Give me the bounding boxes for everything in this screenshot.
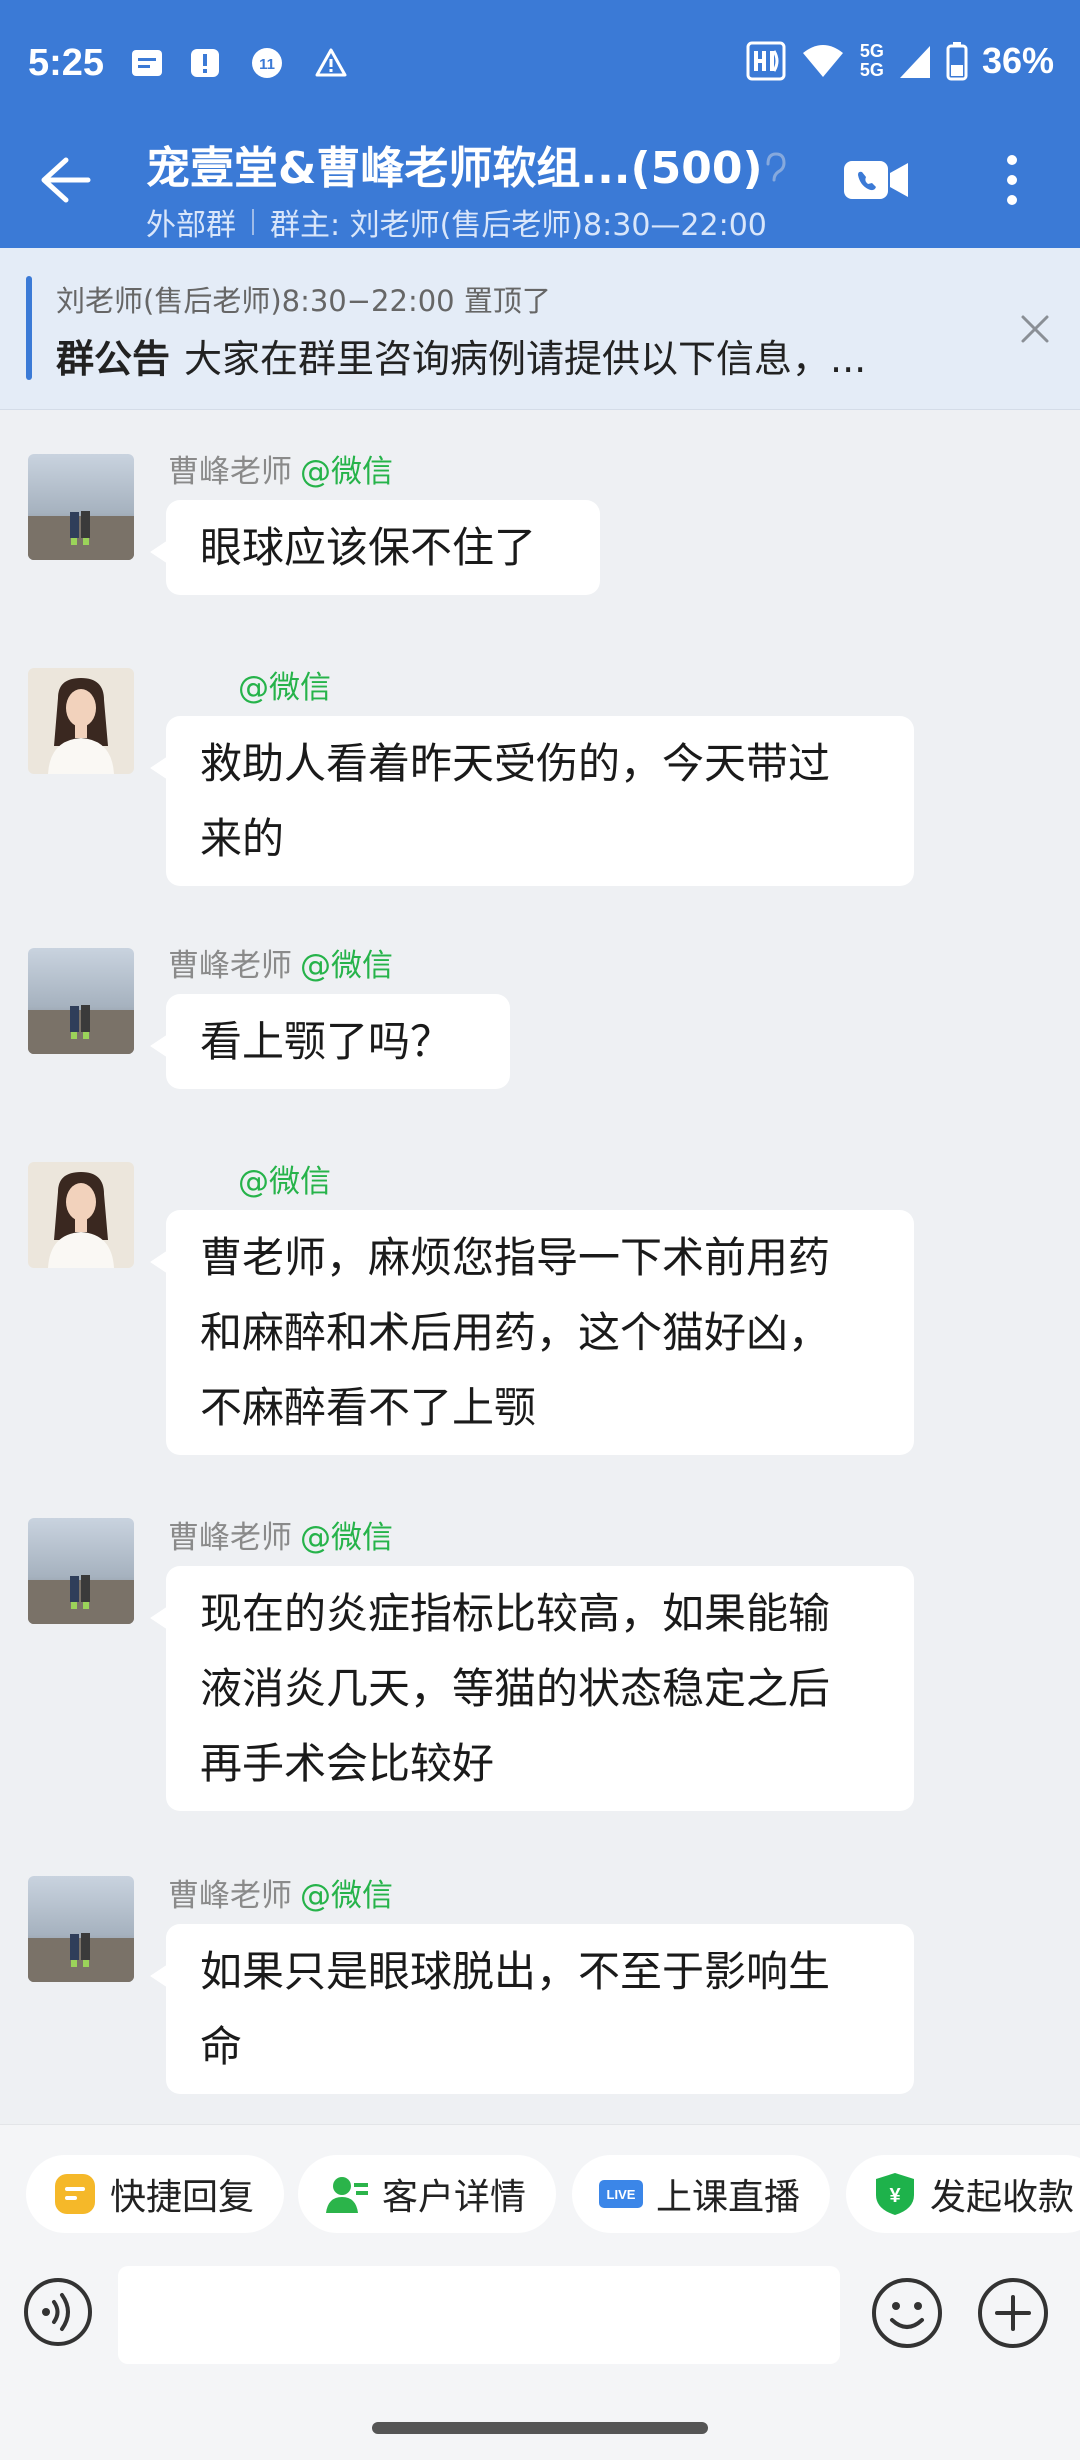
back-arrow-icon[interactable] (36, 152, 92, 208)
quick-reply-label: 快捷回复 (110, 2177, 255, 2218)
message-text-line: 如果只是眼球脱出，不至于影响生 (200, 1947, 831, 1996)
sender-name: 曹峰老师 (168, 1520, 292, 1556)
avatar[interactable] (28, 948, 134, 1054)
home-indicator[interactable] (372, 2422, 708, 2434)
avatar[interactable] (28, 1518, 134, 1624)
message-text-line: 看上颚了吗？ (200, 1017, 453, 1066)
status-time: 5:25 (28, 42, 105, 84)
warning-icon (315, 48, 347, 77)
group-announcement[interactable]: 刘老师(售后老师)8:30−22:00 置顶了 群公告 大家在群里咨询病例请提供以… (0, 248, 1080, 410)
live-class-button[interactable]: LIVE 上课直播 (572, 2155, 831, 2233)
message-bubble[interactable]: 曹老师，麻烦您指导一下术前用药 和麻醉和术后用药，这个猫好凶， 不麻醉看不了上颚 (150, 1210, 914, 1455)
sender-name: 曹峰老师 (168, 1878, 292, 1914)
close-icon[interactable] (1018, 312, 1052, 346)
sender-source: @微信 (300, 454, 393, 490)
wifi-icon (802, 45, 843, 77)
alert-notification-icon (191, 49, 219, 77)
subtitle-divider (252, 209, 254, 235)
status-right: 5G 5G 36% (746, 40, 1054, 82)
ear-icon (766, 152, 786, 182)
sender-line: @微信 (238, 662, 331, 707)
sender-line: @微信 (238, 1156, 331, 1201)
svg-text:LIVE: LIVE (607, 2187, 636, 2202)
payment-icon: ¥ (876, 2173, 914, 2215)
message-notification-icon (132, 50, 162, 76)
sender-name: 曹峰老师 (168, 454, 292, 490)
live-class-label: 上课直播 (656, 2177, 801, 2218)
sender-name: 曹峰老师 (168, 948, 292, 984)
avatar[interactable] (28, 1876, 134, 1982)
signal-icon (899, 46, 930, 78)
network-type: 5G 5G (859, 41, 884, 80)
video-call-icon[interactable] (842, 155, 910, 205)
message-bubble[interactable]: 看上颚了吗？ (150, 994, 510, 1089)
sender-line: 曹峰老师 @微信 (168, 1870, 393, 1915)
payment-button[interactable]: ¥ 发起收款 (846, 2155, 1080, 2233)
sender-source: @微信 (300, 1878, 393, 1914)
app-header: 5:25 11 5G 5G 36% 宠壹堂&曹峰老师软组...(500) 外部群… (0, 0, 1080, 248)
announcement-pinned-by: 刘老师(售后老师)8:30−22:00 置顶了 (56, 284, 551, 318)
message-text-line: 再手术会比较好 (200, 1739, 495, 1788)
message-text-line: 液消炎几天，等猫的状态稳定之后 (200, 1664, 831, 1713)
group-owner: 群主: 刘老师(售后老师)8:30—22:00 (270, 208, 767, 243)
battery-percent: 36% (981, 40, 1054, 81)
announcement-content: 群公告 大家在群里咨询病例请提供以下信息，... (56, 328, 956, 383)
external-group-tag: 外部群 (146, 208, 236, 243)
message-bubble[interactable]: 救助人看着昨天受伤的，今天带过 来的 (150, 716, 914, 886)
status-bar: 5:25 11 5G 5G 36% (0, 0, 1080, 135)
message-bubble[interactable]: 现在的炎症指标比较高，如果能输 液消炎几天，等猫的状态稳定之后 再手术会比较好 (150, 1566, 914, 1811)
svg-text:¥: ¥ (889, 2185, 901, 2207)
emoji-icon[interactable] (870, 2276, 944, 2350)
quick-reply-icon (55, 2174, 95, 2214)
svg-text:11: 11 (259, 56, 275, 73)
message-text-line: 和麻醉和术后用药，这个猫好凶， (200, 1308, 831, 1357)
sender-source: @微信 (238, 670, 331, 706)
avatar[interactable] (28, 1162, 134, 1268)
message-text-line: 曹老师，麻烦您指导一下术前用药 (200, 1233, 831, 1282)
message-bubble[interactable]: 如果只是眼球脱出，不至于影响生命 (150, 1924, 914, 2094)
chat-title[interactable]: 宠壹堂&曹峰老师软组...(500) (146, 132, 763, 196)
battery-icon (946, 42, 968, 81)
quick-action-bar: 快捷回复 客户详情 LIVE 上课直播 ¥ 发起收款 (0, 2124, 1080, 2266)
customer-detail-label: 客户详情 (382, 2177, 527, 2218)
sender-source: @微信 (300, 1520, 393, 1556)
message-text-line: 命 (200, 2022, 243, 2071)
more-options-icon[interactable] (1000, 150, 1024, 210)
add-attachment-icon[interactable] (976, 2276, 1050, 2350)
message-text-line: 不麻醉看不了上颚 (200, 1383, 537, 1432)
sender-line: 曹峰老师 @微信 (168, 446, 393, 491)
message-text-line: 现在的炎症指标比较高，如果能输 (200, 1589, 831, 1638)
sender-line: 曹峰老师 @微信 (168, 1512, 393, 1557)
message-text-line: 来的 (200, 814, 285, 863)
chat-subtitle: 外部群 群主: 刘老师(售后老师)8:30—22:00 (146, 200, 767, 244)
announcement-text: 大家在群里咨询病例请提供以下信息，... (184, 337, 867, 381)
customer-detail-button[interactable]: 客户详情 (298, 2155, 557, 2233)
hd-icon (746, 41, 786, 81)
badge-notification-icon: 11 (252, 48, 282, 78)
voice-input-icon[interactable] (22, 2276, 94, 2348)
avatar[interactable] (28, 668, 134, 774)
sender-source: @微信 (300, 948, 393, 984)
sender-line: 曹峰老师 @微信 (168, 940, 393, 985)
sender-source: @微信 (238, 1164, 331, 1200)
quick-reply-button[interactable]: 快捷回复 (26, 2155, 285, 2233)
customer-detail-icon (326, 2177, 368, 2213)
payment-label: 发起收款 (930, 2177, 1075, 2218)
message-text-line: 眼球应该保不住了 (200, 523, 537, 572)
message-text-line: 救助人看着昨天受伤的，今天带过 (200, 739, 831, 788)
avatar[interactable] (28, 454, 134, 560)
live-icon: LIVE (599, 2180, 643, 2208)
message-bubble[interactable]: 眼球应该保不住了 (150, 500, 600, 595)
announcement-accent (26, 276, 32, 380)
message-input[interactable] (118, 2266, 840, 2364)
announcement-label: 群公告 (56, 337, 171, 381)
